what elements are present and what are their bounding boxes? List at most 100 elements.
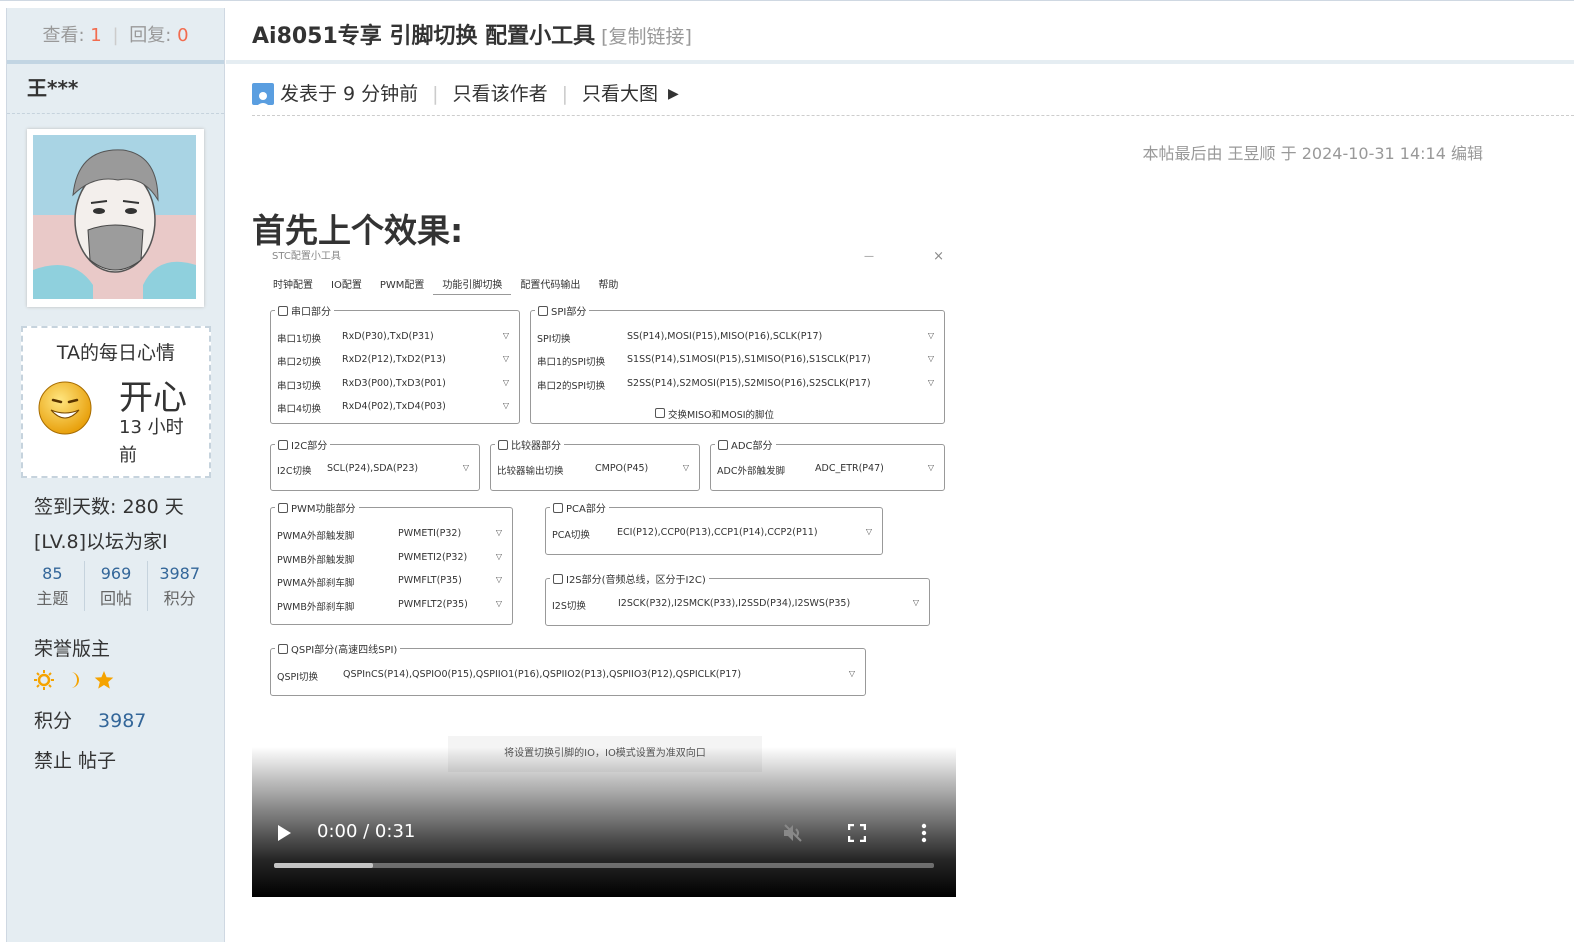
row-label: PWMA外部刹车脚 <box>277 578 355 589</box>
thread-stats: 查看: 1 | 回复: 0 <box>7 8 224 64</box>
count-value[interactable]: 85 <box>21 561 84 587</box>
score-label: 积分 <box>34 710 73 732</box>
count-value[interactable]: 969 <box>85 561 148 587</box>
row-value: SS(P14),MOSI(P15),MISO(P16),SCLK(P17) <box>627 331 823 342</box>
minimize-icon: — <box>864 251 874 262</box>
count-value[interactable]: 3987 <box>148 561 211 587</box>
only-author-link[interactable]: 只看该作者 <box>453 73 548 115</box>
avatar[interactable] <box>27 129 204 307</box>
row-label: 串口4切换 <box>277 404 322 415</box>
post-main: Ai8051专享 引脚切换 配置小工具 [复制链接] 发表于 9 分钟前 | 只看… <box>226 8 1574 942</box>
post-meta: 发表于 9 分钟前 | 只看该作者 | 只看大图 ▶ <box>252 72 1574 116</box>
video-time: 0:00 / 0:31 <box>317 821 416 842</box>
group-title: 比较器部分 <box>511 441 561 452</box>
chevron-down-icon: ▽ <box>865 527 872 536</box>
row-value: QSPInCS(P14),QSPIO0(P15),QSPIIO1(P16),QS… <box>343 669 742 680</box>
caret-right-icon[interactable]: ▶ <box>668 73 679 115</box>
row-label: 串口1的SPI切换 <box>537 357 606 368</box>
post-title: Ai8051专享 引脚切换 配置小工具 <box>252 24 596 49</box>
group-qspi: QSPI部分(高速四线SPI) QSPI切换 QSPInCS(P14),QSPIO… <box>270 641 866 696</box>
checkbox-icon <box>553 573 563 584</box>
grin-emoji-icon <box>38 381 92 435</box>
author-name[interactable]: 王*** <box>7 64 224 114</box>
app-titlebar: STC配置小工具 — × <box>252 246 956 268</box>
admin-actions[interactable]: 禁止 帖子 <box>34 746 116 773</box>
count-threads[interactable]: 85 主题 <box>21 561 85 611</box>
rank-icons <box>34 670 114 690</box>
tab-pin-switch: 功能引脚切换 <box>433 278 512 295</box>
group-i2c: I2C部分 I2C切换 SCL(P24),SDA(P23) ▽ <box>270 437 480 491</box>
chevron-down-icon: ▽ <box>495 599 502 608</box>
tab-code-output: 配置代码输出 <box>520 280 581 291</box>
chevron-down-icon: ▽ <box>502 401 509 410</box>
row-label: I2S切换 <box>552 601 586 612</box>
row-label: PWMB外部触发脚 <box>277 555 355 566</box>
row-label: PCA切换 <box>552 530 590 541</box>
replies-count: 0 <box>177 25 189 46</box>
avatar-image[interactable] <box>33 135 196 299</box>
row-value: CMPO(P45) <box>595 463 649 474</box>
row-label: 串口3切换 <box>277 381 322 392</box>
chevron-down-icon: ▽ <box>912 598 919 607</box>
checkbox-icon <box>718 439 728 450</box>
row-label: ADC外部触发脚 <box>717 466 785 477</box>
score-value[interactable]: 3987 <box>98 710 146 732</box>
user-level[interactable]: [LV.8]以坛为家I <box>34 527 168 554</box>
copy-link-button[interactable]: [复制链接] <box>601 26 692 48</box>
video-player[interactable]: STC配置小工具 — × 时钟配置 IO配置 PWM配置 功能引脚切换 配置代码… <box>252 246 956 897</box>
stats-divider: | <box>112 25 119 46</box>
count-label: 积分 <box>163 589 196 608</box>
row-value: ECI(P12),CCP0(P13),CCP1(P14),CCP2(P11) <box>617 527 818 538</box>
views-count: 1 <box>90 25 102 46</box>
signin-days: 签到天数: 280 天 <box>34 496 184 518</box>
group-uart: 串口部分 串口1切换 RxD(P30),TxD(P31) ▽ 串口2切换 RxD2(P… <box>270 303 520 424</box>
posted-time: 发表于 9 分钟前 <box>280 82 419 105</box>
count-replies[interactable]: 969 回帖 <box>85 561 149 611</box>
chevron-down-icon: ▽ <box>502 331 509 340</box>
user-group[interactable]: 荣誉版主 <box>34 634 110 661</box>
meta-divider: | <box>561 82 568 105</box>
count-label: 主题 <box>36 589 69 608</box>
row-value: PWMETI2(P32) <box>398 552 468 563</box>
checkbox-icon <box>498 439 508 450</box>
row-value: S1SS(P14),S1MOSI(P15),S1MISO(P16),S1SCLK… <box>627 354 871 365</box>
chevron-down-icon: ▽ <box>495 552 502 561</box>
row-value: PWMFLT2(P35) <box>398 599 468 610</box>
group-title: PWM功能部分 <box>291 504 356 515</box>
more-options-icon[interactable] <box>920 823 928 843</box>
chevron-down-icon: ▽ <box>502 378 509 387</box>
daily-mood: TA的每日心情 开心 13 小时前 <box>21 326 211 478</box>
count-points[interactable]: 3987 积分 <box>148 561 211 611</box>
views-label: 查看: <box>42 25 85 46</box>
chevron-down-icon: ▽ <box>462 463 469 472</box>
tab-clock: 时钟配置 <box>273 280 313 291</box>
post-heading: 首先上个效果: <box>252 211 464 250</box>
video-progress-bar[interactable] <box>274 863 934 868</box>
play-icon[interactable] <box>274 823 294 843</box>
row-label: SPI切换 <box>537 334 571 345</box>
row-label: PWMB外部刹车脚 <box>277 602 355 613</box>
close-icon: × <box>933 249 944 264</box>
row-value: RxD2(P12),TxD2(P13) <box>342 354 446 365</box>
group-title: I2C部分 <box>291 441 328 452</box>
mood-title: TA的每日心情 <box>56 342 176 364</box>
row-value: RxD3(P00),TxD3(P01) <box>342 378 446 389</box>
chevron-down-icon: ▽ <box>927 378 934 387</box>
checkbox-icon <box>538 305 548 316</box>
row-value: PWMFLT(P35) <box>398 575 462 586</box>
tab-io: IO配置 <box>331 280 362 291</box>
fullscreen-icon[interactable] <box>848 824 866 842</box>
author-sidebar: 查看: 1 | 回复: 0 王*** TA的每日心情 开心 13 小时前 签到天… <box>6 8 225 942</box>
row-value: I2SCK(P32),I2SMCK(P33),I2SSD(P34),I2SWS(… <box>618 598 851 609</box>
row-value: ADC_ETR(P47) <box>815 463 884 474</box>
mute-icon[interactable] <box>782 823 804 843</box>
chevron-down-icon: ▽ <box>848 669 855 678</box>
user-counts: 85 主题 969 回帖 3987 积分 <box>21 561 211 611</box>
chevron-down-icon: ▽ <box>502 354 509 363</box>
row-value: S2SS(P14),S2MOSI(P15),S2MISO(P16),S2SCLK… <box>627 378 871 389</box>
count-label: 回帖 <box>100 589 133 608</box>
page: 查看: 1 | 回复: 0 王*** TA的每日心情 开心 13 小时前 签到天… <box>0 0 1574 942</box>
chevron-down-icon: ▽ <box>927 463 934 472</box>
only-big-image-link[interactable]: 只看大图 <box>582 73 658 115</box>
video-buffered <box>274 863 373 868</box>
